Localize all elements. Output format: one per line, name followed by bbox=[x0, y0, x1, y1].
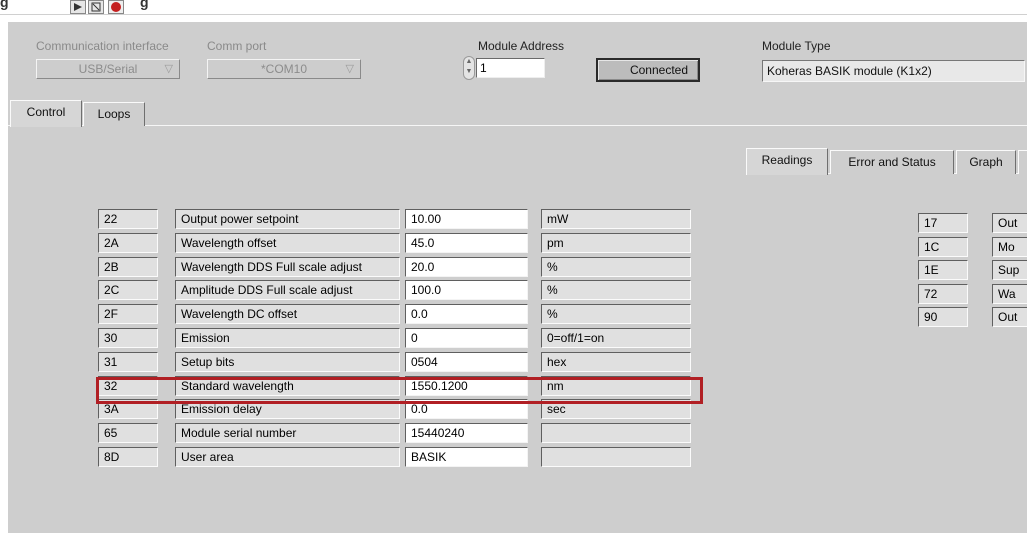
control-value-cell[interactable]: BASIK bbox=[405, 447, 528, 467]
increment-decrement-icon[interactable]: ▲ ▼ bbox=[463, 56, 475, 80]
control-name-cell: User area bbox=[175, 447, 400, 467]
readings-reg-cell: 17 bbox=[918, 213, 968, 233]
readings-reg-cell: 72 bbox=[918, 284, 968, 304]
control-value-cell[interactable]: 0 bbox=[405, 328, 528, 348]
figure-caption-right: g bbox=[140, 0, 149, 10]
toolbar-divider bbox=[0, 14, 1027, 15]
readings-name-cell: Out bbox=[992, 307, 1027, 327]
readings-name-cell: Sup bbox=[992, 260, 1027, 280]
comm-interface-ring[interactable]: USB/Serial ▽ bbox=[36, 59, 180, 79]
control-name-cell: Wavelength DDS Full scale adjust bbox=[175, 257, 400, 277]
tab-graph[interactable]: Graph bbox=[956, 150, 1016, 174]
chevron-down-icon: ▽ bbox=[345, 63, 354, 75]
readings-name-cell: Mo bbox=[992, 237, 1027, 257]
control-reg-cell: 2B bbox=[98, 257, 158, 277]
control-value-cell[interactable]: 20.0 bbox=[405, 257, 528, 277]
connected-button[interactable]: Connected bbox=[596, 58, 700, 82]
readings-reg-cell: 90 bbox=[918, 307, 968, 327]
readings-reg-cell: 1E bbox=[918, 260, 968, 280]
control-reg-cell: 2C bbox=[98, 280, 158, 300]
tab-panel-border bbox=[8, 125, 1027, 126]
control-reg-cell: 2A bbox=[98, 233, 158, 253]
control-unit-cell: mW bbox=[541, 209, 691, 229]
control-value-cell[interactable]: 0.0 bbox=[405, 304, 528, 324]
control-unit-cell: pm bbox=[541, 233, 691, 253]
run-arrow-icon[interactable] bbox=[70, 0, 86, 14]
tab-error-and-status[interactable]: Error and Status bbox=[830, 150, 954, 174]
control-value-cell[interactable]: 15440240 bbox=[405, 423, 528, 443]
abort-icon[interactable] bbox=[88, 0, 104, 14]
tab-readings[interactable]: Readings bbox=[746, 148, 828, 175]
chevron-down-icon: ▽ bbox=[164, 63, 173, 75]
control-value-cell[interactable]: 100.0 bbox=[405, 280, 528, 300]
module-address-label: Module Address bbox=[478, 39, 565, 53]
readings-reg-cell: 1C bbox=[918, 237, 968, 257]
control-unit-cell: % bbox=[541, 304, 691, 324]
readings-name-cell: Out bbox=[992, 213, 1027, 233]
control-value-cell[interactable]: 10.00 bbox=[405, 209, 528, 229]
control-value-cell[interactable]: 45.0 bbox=[405, 233, 528, 253]
tab-loops[interactable]: Loops bbox=[83, 102, 145, 126]
control-unit-cell: hex bbox=[541, 352, 691, 372]
tab-control[interactable]: Control bbox=[10, 100, 82, 127]
control-reg-cell: 31 bbox=[98, 352, 158, 372]
stop-icon[interactable] bbox=[108, 0, 124, 14]
control-unit-cell bbox=[541, 447, 691, 467]
control-unit-cell: % bbox=[541, 280, 691, 300]
readings-name-cell: Wa bbox=[992, 284, 1027, 304]
comm-port-label: Comm port bbox=[207, 39, 267, 53]
control-reg-cell: 65 bbox=[98, 423, 158, 443]
control-reg-cell: 22 bbox=[98, 209, 158, 229]
module-type-field: Koheras BASIK module (K1x2) bbox=[762, 60, 1025, 82]
front-panel: Communication interface USB/Serial ▽ Com… bbox=[8, 22, 1027, 533]
control-name-cell: Output power setpoint bbox=[175, 209, 400, 229]
control-value-cell[interactable]: 0504 bbox=[405, 352, 528, 372]
comm-port-ring[interactable]: *COM10 ▽ bbox=[207, 59, 361, 79]
control-name-cell: Emission bbox=[175, 328, 400, 348]
control-name-cell: Setup bits bbox=[175, 352, 400, 372]
setup-bits-highlight bbox=[96, 377, 703, 404]
tab-overflow[interactable] bbox=[1018, 150, 1027, 174]
comm-interface-label: Communication interface bbox=[36, 39, 169, 53]
comm-port-value: *COM10 bbox=[260, 62, 307, 76]
control-unit-cell: 0=off/1=on bbox=[541, 328, 691, 348]
module-type-label: Module Type bbox=[762, 39, 831, 53]
control-name-cell: Wavelength DC offset bbox=[175, 304, 400, 324]
control-unit-cell bbox=[541, 423, 691, 443]
control-reg-cell: 8D bbox=[98, 447, 158, 467]
control-name-cell: Module serial number bbox=[175, 423, 400, 443]
control-name-cell: Wavelength offset bbox=[175, 233, 400, 253]
comm-interface-value: USB/Serial bbox=[78, 62, 138, 76]
control-reg-cell: 2F bbox=[98, 304, 158, 324]
control-name-cell: Amplitude DDS Full scale adjust bbox=[175, 280, 400, 300]
figure-caption-left: g bbox=[0, 0, 9, 10]
control-reg-cell: 30 bbox=[98, 328, 158, 348]
control-unit-cell: % bbox=[541, 257, 691, 277]
module-address-input[interactable]: 1 bbox=[476, 58, 545, 78]
